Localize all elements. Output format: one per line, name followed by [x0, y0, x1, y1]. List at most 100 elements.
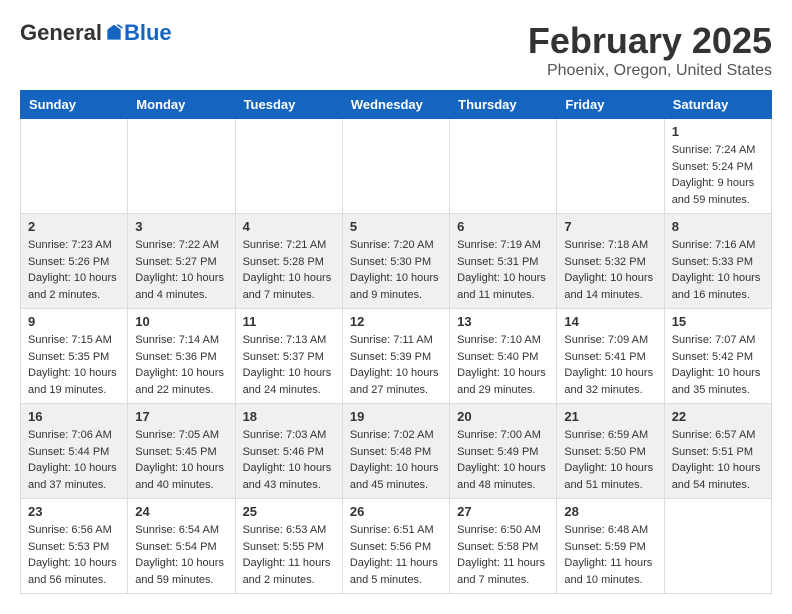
cell-content: Sunrise: 6:59 AM Sunset: 5:50 PM Dayligh… — [564, 427, 656, 493]
cell-content: Sunrise: 7:06 AM Sunset: 5:44 PM Dayligh… — [28, 427, 120, 493]
cell-content: Sunrise: 7:13 AM Sunset: 5:37 PM Dayligh… — [243, 332, 335, 398]
page-header: General Blue February 2025 Phoenix, Oreg… — [20, 20, 772, 80]
cell-content: Sunrise: 7:23 AM Sunset: 5:26 PM Dayligh… — [28, 237, 120, 303]
cell-content: Sunrise: 7:20 AM Sunset: 5:30 PM Dayligh… — [350, 237, 442, 303]
location-text: Phoenix, Oregon, United States — [528, 62, 772, 80]
day-number: 22 — [672, 409, 764, 424]
calendar-cell: 7Sunrise: 7:18 AM Sunset: 5:32 PM Daylig… — [557, 214, 664, 309]
day-number: 20 — [457, 409, 549, 424]
day-number: 23 — [28, 504, 120, 519]
cell-content: Sunrise: 6:48 AM Sunset: 5:59 PM Dayligh… — [564, 522, 656, 588]
cell-content: Sunrise: 6:53 AM Sunset: 5:55 PM Dayligh… — [243, 522, 335, 588]
calendar-cell: 6 Sunrise: 7:19 AM Sunset: 5:31 PM Daylig… — [450, 214, 557, 309]
cell-content: Sunrise: 6:50 AM Sunset: 5:58 PM Dayligh… — [457, 522, 549, 588]
calendar-cell: 2 Sunrise: 7:23 AM Sunset: 5:26 PM Daylig… — [21, 214, 128, 309]
cell-content: Sunrise: 7:15 AM Sunset: 5:35 PM Dayligh… — [28, 332, 120, 398]
calendar-cell — [557, 119, 664, 214]
day-of-week-header: Friday — [557, 91, 664, 119]
day-of-week-header: Tuesday — [235, 91, 342, 119]
calendar-cell — [664, 499, 771, 594]
calendar-cell: 26 Sunrise: 6:51 AM Sunset: 5:56 PM Dayli… — [342, 499, 449, 594]
day-number: 2 — [28, 219, 120, 234]
logo-icon — [104, 23, 124, 43]
day-number: 7 — [564, 219, 656, 234]
month-title: February 2025 — [528, 20, 772, 62]
calendar-week-row: 23Sunrise: 6:56 AM Sunset: 5:53 PM Dayli… — [21, 499, 772, 594]
day-number: 10 — [135, 314, 227, 329]
calendar-cell: 13 Sunrise: 7:10 AM Sunset: 5:40 PM Dayli… — [450, 309, 557, 404]
cell-content: Sunrise: 7:09 AM Sunset: 5:41 PM Dayligh… — [564, 332, 656, 398]
calendar-cell: 1 Sunrise: 7:24 AM Sunset: 5:24 PM Daylig… — [664, 119, 771, 214]
day-of-week-header: Sunday — [21, 91, 128, 119]
day-number: 12 — [350, 314, 442, 329]
cell-content: Sunrise: 7:14 AM Sunset: 5:36 PM Dayligh… — [135, 332, 227, 398]
calendar-cell — [21, 119, 128, 214]
day-number: 1 — [672, 124, 764, 139]
day-of-week-header: Saturday — [664, 91, 771, 119]
day-number: 17 — [135, 409, 227, 424]
day-number: 25 — [243, 504, 335, 519]
calendar-cell — [235, 119, 342, 214]
calendar-cell: 9 Sunrise: 7:15 AM Sunset: 5:35 PM Daylig… — [21, 309, 128, 404]
day-number: 13 — [457, 314, 549, 329]
calendar-cell: 10 Sunrise: 7:14 AM Sunset: 5:36 PM Dayli… — [128, 309, 235, 404]
calendar-cell: 4Sunrise: 7:21 AM Sunset: 5:28 PM Daylig… — [235, 214, 342, 309]
day-number: 11 — [243, 314, 335, 329]
calendar-cell: 17 Sunrise: 7:05 AM Sunset: 5:45 PM Dayli… — [128, 404, 235, 499]
day-number: 9 — [28, 314, 120, 329]
cell-content: Sunrise: 7:10 AM Sunset: 5:40 PM Dayligh… — [457, 332, 549, 398]
calendar-week-row: 16 Sunrise: 7:06 AM Sunset: 5:44 PM Dayli… — [21, 404, 772, 499]
day-number: 14 — [564, 314, 656, 329]
calendar-cell: 23Sunrise: 6:56 AM Sunset: 5:53 PM Dayli… — [21, 499, 128, 594]
cell-content: Sunrise: 7:19 AM Sunset: 5:31 PM Dayligh… — [457, 237, 549, 303]
day-number: 26 — [350, 504, 442, 519]
day-number: 21 — [564, 409, 656, 424]
cell-content: Sunrise: 7:00 AM Sunset: 5:49 PM Dayligh… — [457, 427, 549, 493]
title-block: February 2025 Phoenix, Oregon, United St… — [528, 20, 772, 80]
cell-content: Sunrise: 7:21 AM Sunset: 5:28 PM Dayligh… — [243, 237, 335, 303]
calendar-week-row: 1 Sunrise: 7:24 AM Sunset: 5:24 PM Daylig… — [21, 119, 772, 214]
day-number: 24 — [135, 504, 227, 519]
calendar-cell: 18 Sunrise: 7:03 AM Sunset: 5:46 PM Dayli… — [235, 404, 342, 499]
calendar-cell: 20 Sunrise: 7:00 AM Sunset: 5:49 PM Dayli… — [450, 404, 557, 499]
logo-blue-text: Blue — [124, 20, 172, 46]
cell-content: Sunrise: 6:54 AM Sunset: 5:54 PM Dayligh… — [135, 522, 227, 588]
cell-content: Sunrise: 7:16 AM Sunset: 5:33 PM Dayligh… — [672, 237, 764, 303]
day-number: 8 — [672, 219, 764, 234]
calendar-cell: 5 Sunrise: 7:20 AM Sunset: 5:30 PM Daylig… — [342, 214, 449, 309]
calendar-week-row: 2 Sunrise: 7:23 AM Sunset: 5:26 PM Daylig… — [21, 214, 772, 309]
day-of-week-header: Thursday — [450, 91, 557, 119]
cell-content: Sunrise: 7:03 AM Sunset: 5:46 PM Dayligh… — [243, 427, 335, 493]
calendar-cell: 21 Sunrise: 6:59 AM Sunset: 5:50 PM Dayli… — [557, 404, 664, 499]
calendar-week-row: 9 Sunrise: 7:15 AM Sunset: 5:35 PM Daylig… — [21, 309, 772, 404]
calendar-cell: 24 Sunrise: 6:54 AM Sunset: 5:54 PM Dayli… — [128, 499, 235, 594]
day-of-week-header: Wednesday — [342, 91, 449, 119]
cell-content: Sunrise: 7:02 AM Sunset: 5:48 PM Dayligh… — [350, 427, 442, 493]
cell-content: Sunrise: 6:57 AM Sunset: 5:51 PM Dayligh… — [672, 427, 764, 493]
logo-general-text: General — [20, 20, 102, 46]
calendar-cell: 14 Sunrise: 7:09 AM Sunset: 5:41 PM Dayli… — [557, 309, 664, 404]
calendar-cell: 28Sunrise: 6:48 AM Sunset: 5:59 PM Dayli… — [557, 499, 664, 594]
day-of-week-header: Monday — [128, 91, 235, 119]
calendar-cell: 19Sunrise: 7:02 AM Sunset: 5:48 PM Dayli… — [342, 404, 449, 499]
calendar-cell: 11 Sunrise: 7:13 AM Sunset: 5:37 PM Dayli… — [235, 309, 342, 404]
calendar-cell — [342, 119, 449, 214]
calendar-cell: 22 Sunrise: 6:57 AM Sunset: 5:51 PM Dayli… — [664, 404, 771, 499]
day-number: 6 — [457, 219, 549, 234]
cell-content: Sunrise: 7:05 AM Sunset: 5:45 PM Dayligh… — [135, 427, 227, 493]
calendar-cell — [450, 119, 557, 214]
day-number: 27 — [457, 504, 549, 519]
cell-content: Sunrise: 6:51 AM Sunset: 5:56 PM Dayligh… — [350, 522, 442, 588]
calendar-table: SundayMondayTuesdayWednesdayThursdayFrid… — [20, 90, 772, 594]
calendar-cell: 27 Sunrise: 6:50 AM Sunset: 5:58 PM Dayli… — [450, 499, 557, 594]
day-number: 3 — [135, 219, 227, 234]
day-number: 16 — [28, 409, 120, 424]
day-number: 5 — [350, 219, 442, 234]
calendar-cell: 16 Sunrise: 7:06 AM Sunset: 5:44 PM Dayli… — [21, 404, 128, 499]
cell-content: Sunrise: 7:24 AM Sunset: 5:24 PM Dayligh… — [672, 142, 764, 208]
calendar-cell: 25 Sunrise: 6:53 AM Sunset: 5:55 PM Dayli… — [235, 499, 342, 594]
day-number: 18 — [243, 409, 335, 424]
calendar-cell: 3Sunrise: 7:22 AM Sunset: 5:27 PM Daylig… — [128, 214, 235, 309]
calendar-cell: 12Sunrise: 7:11 AM Sunset: 5:39 PM Dayli… — [342, 309, 449, 404]
calendar-cell — [128, 119, 235, 214]
